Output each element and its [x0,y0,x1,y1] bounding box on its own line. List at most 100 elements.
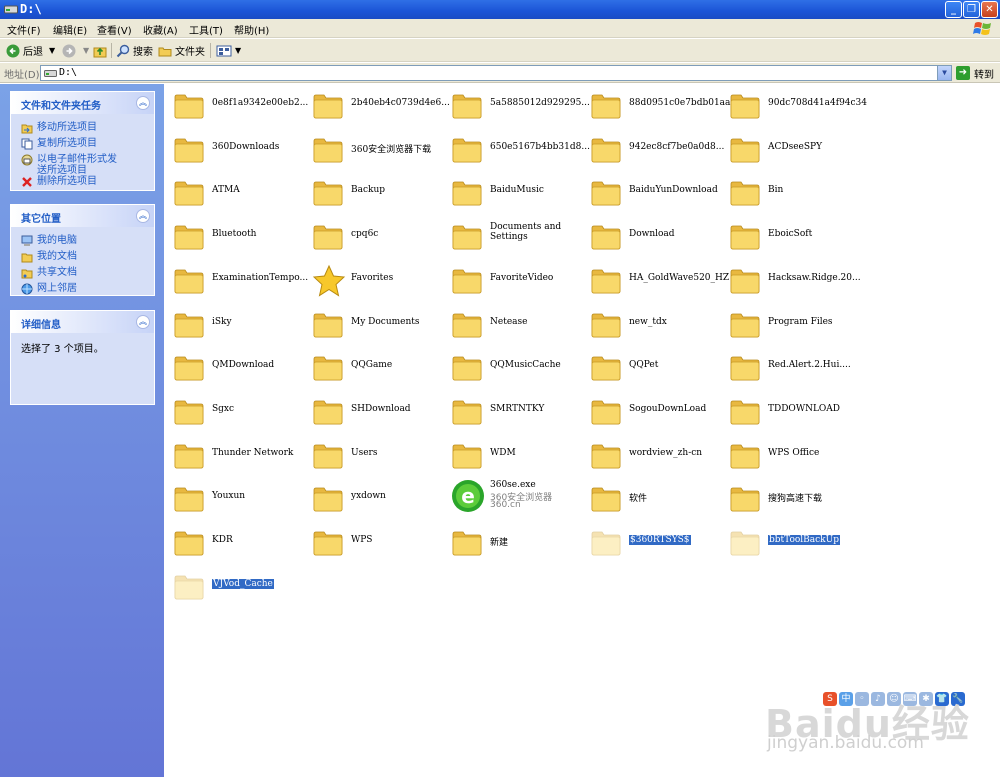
item-label: QQGame [351,360,393,371]
folder-item[interactable]: Documents and Settings [445,216,584,256]
folder-item[interactable]: ACDseeSPY [723,129,862,169]
folder-item[interactable]: SHDownload [306,391,445,431]
folder-item[interactable]: My Documents [306,304,445,344]
folder-item[interactable]: BaiduYunDownload [584,172,723,212]
menu-favorites[interactable]: 收藏(A) [143,22,178,37]
folder-item[interactable]: 88d0951c0e7bdb01aa [584,85,730,125]
folder-item[interactable]: VJVod_Cache [167,566,306,606]
svg-text:e: e [461,484,475,508]
folder-item[interactable]: EboicSoft [723,216,862,256]
folder-item[interactable]: 360Downloads [167,129,306,169]
folder-item[interactable]: iSky [167,304,306,344]
menu-view[interactable]: 查看(V) [97,22,132,37]
folder-item[interactable]: 搜狗高速下载 [723,478,862,518]
file-item[interactable]: e 360se.exe 360安全浏览器 360.cn [445,478,584,518]
back-button[interactable]: 后退 ▼ [6,42,55,59]
folder-item[interactable]: ATMA [167,172,306,212]
folder-item[interactable]: QQMusicCache [445,347,584,387]
close-button[interactable]: ✕ [981,1,998,18]
forward-button[interactable]: ▼ [62,42,89,59]
views-dropdown-icon: ▼ [235,46,242,55]
folder-item[interactable]: Hacksaw.Ridge.20... [723,260,862,300]
email-items-link[interactable]: 以电子邮件形式发送所选项目 [21,154,121,176]
folder-item[interactable]: WPS [306,522,445,562]
folder-item[interactable]: Bin [723,172,862,212]
my-computer-link[interactable]: 我的电脑 [21,235,77,247]
places-panel-title: 其它位置 [21,214,61,225]
folder-item[interactable]: Program Files [723,304,862,344]
address-field[interactable]: D:\ ▼ [40,65,952,81]
folder-item[interactable]: WPS Office [723,435,862,475]
minimize-button[interactable]: _ [945,1,962,18]
places-panel-header[interactable]: 其它位置 ︽ [11,205,154,227]
folder-item[interactable]: 90dc708d41a4f94c34 [723,85,867,125]
folder-item[interactable]: WDM [445,435,584,475]
folder-icon [591,181,621,206]
folder-item[interactable]: 650e5167b4bb31d8... [445,129,590,169]
folder-item[interactable]: 0e8f1a9342e00eb2... [167,85,308,125]
folder-item[interactable]: 942ec8cf7be0a0d8... [584,129,724,169]
folder-item[interactable]: Thunder Network [167,435,306,475]
shared-documents-link[interactable]: 共享文档 [21,267,77,279]
folder-item[interactable]: wordview_zh-cn [584,435,723,475]
folder-item[interactable]: bbtToolBackUp [723,522,862,562]
folder-item[interactable]: Users [306,435,445,475]
go-button[interactable]: ➜ 转到 [956,65,994,81]
my-documents-link[interactable]: 我的文档 [21,251,77,263]
folder-item[interactable]: cpq6c [306,216,445,256]
delete-items-link[interactable]: 删除所选项目 [21,176,97,188]
tasks-panel-header[interactable]: 文件和文件夹任务 ︽ [11,92,154,114]
folder-item[interactable]: TDDOWNLOAD [723,391,862,431]
folder-item[interactable]: HA_GoldWave520_HZ [584,260,729,300]
folder-item[interactable]: Youxun [167,478,306,518]
views-button[interactable]: ▼ [216,42,241,59]
folder-item[interactable]: QQGame [306,347,445,387]
menu-file[interactable]: 文件(F) [7,22,41,37]
copy-items-link[interactable]: 复制所选项目 [21,138,97,150]
folder-item[interactable]: 360安全浏览器下载 [306,129,445,169]
folder-item[interactable]: new_tdx [584,304,723,344]
folders-button[interactable]: 文件夹 [158,42,205,59]
folder-item[interactable]: SMRTNTKY [445,391,584,431]
tasks-panel-title: 文件和文件夹任务 [21,101,101,112]
chevron-up-icon[interactable]: ︽ [136,209,150,223]
forward-dropdown-icon[interactable]: ▼ [83,46,89,55]
folder-item[interactable]: Bluetooth [167,216,306,256]
folder-item[interactable]: FavoriteVideo [445,260,584,300]
folder-item[interactable]: KDR [167,522,306,562]
folder-item[interactable]: $360RTSYS$ [584,522,723,562]
folder-icon [452,444,482,468]
item-label: Sgxc [212,403,235,414]
folder-icon [730,313,760,337]
folder-item[interactable]: yxdown [306,478,445,518]
up-folder-button[interactable] [93,42,110,59]
maximize-button[interactable]: ❐ [963,1,980,18]
folder-item[interactable]: 新建 [445,522,584,562]
details-panel-header[interactable]: 详细信息 ︽ [11,311,154,333]
back-dropdown-icon[interactable]: ▼ [49,46,55,55]
folder-item[interactable]: SogouDownLoad [584,391,723,431]
folder-item[interactable]: BaiduMusic [445,172,584,212]
menu-edit[interactable]: 编辑(E) [53,22,87,37]
item-label: QQPet [629,360,659,371]
move-items-link[interactable]: 移动所选项目 [21,122,97,134]
folder-item[interactable]: QQPet [584,347,723,387]
folder-item[interactable]: Favorites [306,260,445,300]
menu-tools[interactable]: 工具(T) [189,22,223,37]
folder-item[interactable]: Netease [445,304,584,344]
folder-item[interactable]: Sgxc [167,391,306,431]
folder-item[interactable]: 软件 [584,478,723,518]
menu-help[interactable]: 帮助(H) [234,22,269,37]
folder-item[interactable]: Download [584,216,723,256]
address-dropdown-icon[interactable]: ▼ [937,66,951,80]
folder-item[interactable]: 5a5885012d929295... [445,85,590,125]
network-places-link[interactable]: 网上邻居 [21,283,77,295]
folder-item[interactable]: Red.Alert.2.Hui.... [723,347,862,387]
chevron-up-icon[interactable]: ︽ [136,315,150,329]
folder-item[interactable]: 2b40eb4c0739d4e6... [306,85,450,125]
chevron-up-icon[interactable]: ︽ [136,96,150,110]
folder-item[interactable]: ExaminationTempo... [167,260,308,300]
search-button[interactable]: 搜索 [116,42,153,59]
folder-item[interactable]: Backup [306,172,445,212]
folder-item[interactable]: QMDownload [167,347,306,387]
